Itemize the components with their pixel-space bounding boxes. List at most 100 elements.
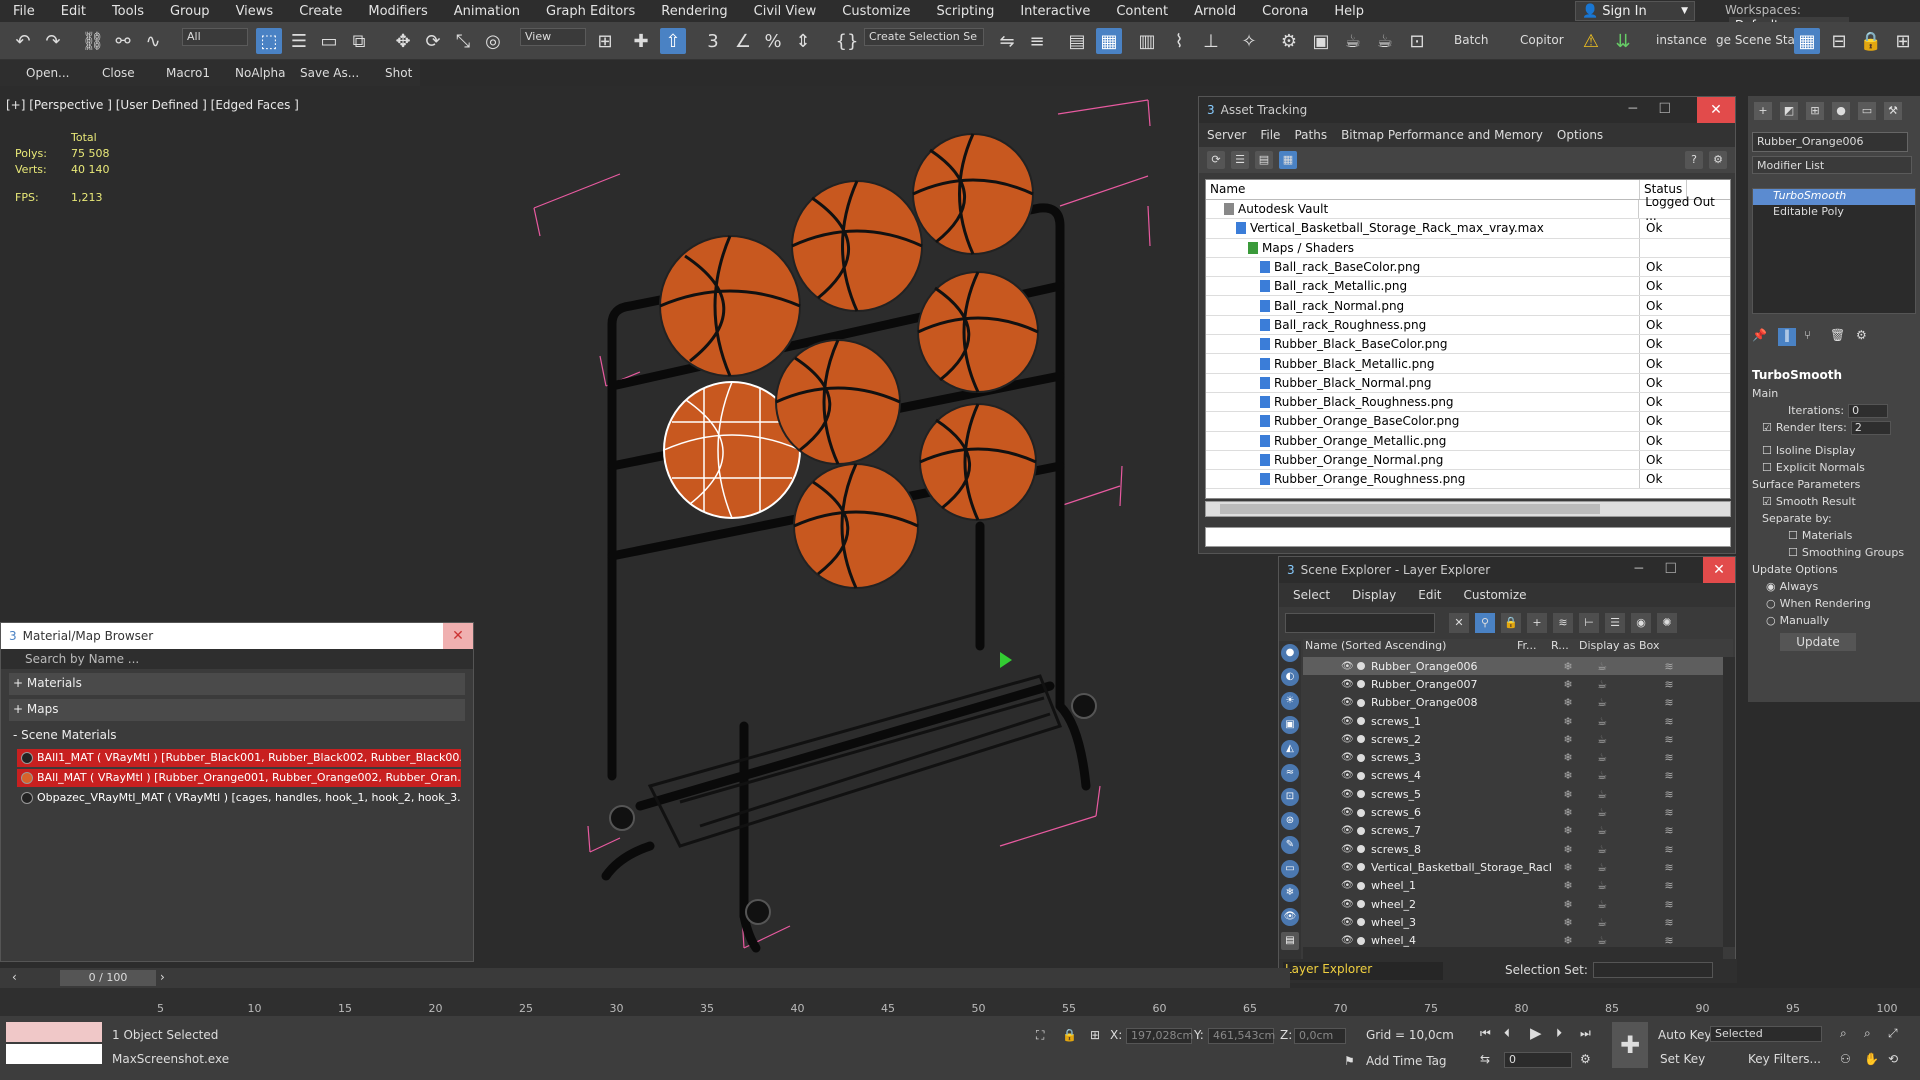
angle-snap-icon[interactable]: ∠ [730, 28, 756, 54]
lock-layout-icon[interactable]: 🔒 [1858, 28, 1884, 54]
create-tab-icon[interactable]: + [1754, 102, 1772, 120]
renderable-icon[interactable]: ☕ [1585, 916, 1619, 929]
freeze-icon[interactable]: ❄ [1551, 898, 1585, 911]
checkbox-icon[interactable]: ☐ [1788, 529, 1798, 542]
menu-scripting[interactable]: Scripting [924, 4, 1008, 19]
freeze-icon[interactable]: ❄ [1551, 788, 1585, 801]
menu-animation[interactable]: Animation [441, 4, 533, 19]
isolate-selection-icon[interactable]: ⛶ [1036, 1028, 1044, 1043]
freeze-icon[interactable]: ❄ [1551, 934, 1585, 947]
menu-select[interactable]: Select [1293, 588, 1330, 602]
minimize-icon[interactable]: ─ [1629, 101, 1637, 117]
hierarchy-icon[interactable]: ⊢ [1579, 613, 1599, 633]
radio-icon[interactable]: ○ [1766, 597, 1776, 610]
goto-start-icon[interactable]: ⏮ [1480, 1026, 1491, 1041]
display-as-box-icon[interactable]: ≋ [1619, 751, 1719, 764]
quick-shot-button[interactable]: Shot [385, 66, 412, 80]
freeze-icon[interactable]: ❄ [1551, 769, 1585, 782]
menu-customize[interactable]: Customize [829, 4, 923, 19]
renderable-icon[interactable]: ☕ [1585, 733, 1619, 746]
lights-filter-icon[interactable]: ☀ [1281, 692, 1299, 710]
visibility-eye-icon[interactable]: 👁 [1341, 844, 1354, 855]
freeze-icon[interactable]: ❄ [1551, 751, 1585, 764]
window-crossing-icon[interactable]: ⧉ [346, 28, 372, 54]
sun-icon[interactable]: ✺ [1657, 613, 1677, 633]
quick-close-button[interactable]: Close [102, 66, 135, 80]
visibility-eye-icon[interactable]: 👁 [1341, 899, 1354, 910]
help-icon[interactable]: ? [1685, 151, 1703, 169]
cameras-filter-icon[interactable]: ▣ [1281, 716, 1299, 734]
named-selection-dropdown[interactable]: Create Selection Se [864, 28, 984, 46]
scene-object-row[interactable]: 👁 screws_7 ❄ ☕ ≋ [1303, 822, 1723, 840]
grid-layout-icon[interactable]: ▦ [1794, 28, 1820, 54]
unlink-icon[interactable]: ⚯ [110, 28, 136, 54]
pin-stack-icon[interactable]: 📌 [1752, 328, 1770, 346]
select-by-name-icon[interactable]: ☰ [286, 28, 312, 54]
menu-corona[interactable]: Corona [1249, 4, 1321, 19]
bind-space-warp-icon[interactable]: ∿ [140, 28, 166, 54]
display-as-box-icon[interactable]: ≋ [1619, 879, 1719, 892]
close-icon[interactable]: ✕ [443, 623, 473, 649]
render-setup-icon[interactable]: ⚙ [1276, 28, 1302, 54]
redo-icon[interactable]: ↷ [40, 28, 66, 54]
asset-row[interactable]: Vertical_Basketball_Storage_Rack_max_vra… [1206, 219, 1730, 239]
set-key-button[interactable]: ✚ [1612, 1022, 1648, 1068]
display-as-box-icon[interactable]: ≋ [1619, 769, 1719, 782]
play-icon[interactable] [1000, 652, 1012, 668]
asset-row[interactable]: Rubber_Orange_Metallic.png Ok [1206, 431, 1730, 451]
reference-coordinate-dropdown[interactable]: View [520, 28, 586, 46]
maximize-icon[interactable]: ☐ [1664, 561, 1677, 577]
viewport-label[interactable]: [+] [Perspective ] [User Defined ] [Edge… [6, 98, 299, 112]
current-frame-field[interactable]: 0 [1504, 1052, 1572, 1068]
schematic-view-icon[interactable]: ⊥ [1198, 28, 1224, 54]
motion-tab-icon[interactable]: ● [1832, 102, 1850, 120]
settings-icon[interactable]: ⚙ [1709, 151, 1727, 169]
freeze-icon[interactable]: ❄ [1551, 733, 1585, 746]
groups-filter-icon[interactable]: ⊡ [1281, 788, 1299, 806]
helpers-filter-icon[interactable]: ◭ [1281, 740, 1299, 758]
freeze-icon[interactable]: ❄ [1551, 806, 1585, 819]
menu-edit[interactable]: Edit [48, 4, 99, 19]
spinner-snap-icon[interactable]: ⇕ [790, 28, 816, 54]
scene-materials-section[interactable]: - Scene Materials [9, 725, 465, 747]
checkbox-checked-icon[interactable]: ☑ [1762, 421, 1772, 434]
quick-macro1-button[interactable]: Macro1 [166, 66, 210, 80]
visibility-eye-icon[interactable]: 👁 [1341, 697, 1354, 708]
checkbox-icon[interactable]: ☐ [1762, 461, 1772, 474]
column-name[interactable]: Name (Sorted Ascending) [1303, 639, 1517, 657]
hierarchy-tab-icon[interactable]: ⊞ [1806, 102, 1824, 120]
add-time-tag-button[interactable]: Add Time Tag [1366, 1054, 1447, 1068]
edit-named-selection-icon[interactable]: {} [834, 28, 860, 54]
renderable-icon[interactable]: ☕ [1585, 769, 1619, 782]
display-as-box-icon[interactable]: ≋ [1619, 660, 1719, 673]
percent-snap-icon[interactable]: % [760, 28, 786, 54]
asset-row[interactable]: Autodesk Vault Logged Out ... [1206, 195, 1730, 223]
zoom-icon[interactable]: ⌕ [1840, 1026, 1847, 1041]
y-coordinate-field[interactable]: 461,543cm [1208, 1028, 1275, 1044]
menu-file[interactable]: File [1260, 128, 1280, 142]
scene-object-row[interactable]: 👁 Rubber_Orange008 ❄ ☕ ≋ [1303, 694, 1723, 712]
quick-noalpha-button[interactable]: NoAlpha [235, 66, 285, 80]
menu-modifiers[interactable]: Modifiers [355, 4, 440, 19]
configure-sets-icon[interactable]: ⚙ [1856, 328, 1874, 346]
freeze-icon[interactable]: ❄ [1551, 879, 1585, 892]
scene-object-row[interactable]: 👁 wheel_1 ❄ ☕ ≋ [1303, 877, 1723, 895]
display-tab-icon[interactable]: ▭ [1858, 102, 1876, 120]
asset-row[interactable]: Rubber_Black_BaseColor.png Ok [1206, 335, 1730, 355]
radio-icon[interactable]: ○ [1766, 614, 1776, 627]
scene-explorer-titlebar[interactable]: 3 Scene Explorer - Layer Explorer ─ ☐ ✕ [1279, 557, 1735, 583]
freeze-icon[interactable]: ❄ [1551, 916, 1585, 929]
iterations-spinner[interactable]: 0 [1848, 403, 1889, 418]
renderable-icon[interactable]: ☕ [1585, 861, 1619, 874]
field-of-view-icon[interactable]: ⚇ [1840, 1052, 1851, 1066]
asset-row[interactable]: Ball_rack_BaseColor.png Ok [1206, 257, 1730, 278]
curve-editor-icon[interactable]: ⌇ [1166, 28, 1192, 54]
freeze-icon[interactable]: ❄ [1551, 660, 1585, 673]
asset-row[interactable]: Rubber_Orange_Roughness.png Ok [1206, 470, 1730, 490]
material-browser-titlebar[interactable]: 3 Material/Map Browser ✕ [1, 623, 473, 649]
menu-customize[interactable]: Customize [1464, 588, 1527, 602]
link-icon[interactable]: ⛓ [80, 28, 106, 54]
freeze-icon[interactable]: ❄ [1551, 678, 1585, 691]
menu-interactive[interactable]: Interactive [1007, 4, 1103, 19]
renderable-icon[interactable]: ☕ [1585, 788, 1619, 801]
